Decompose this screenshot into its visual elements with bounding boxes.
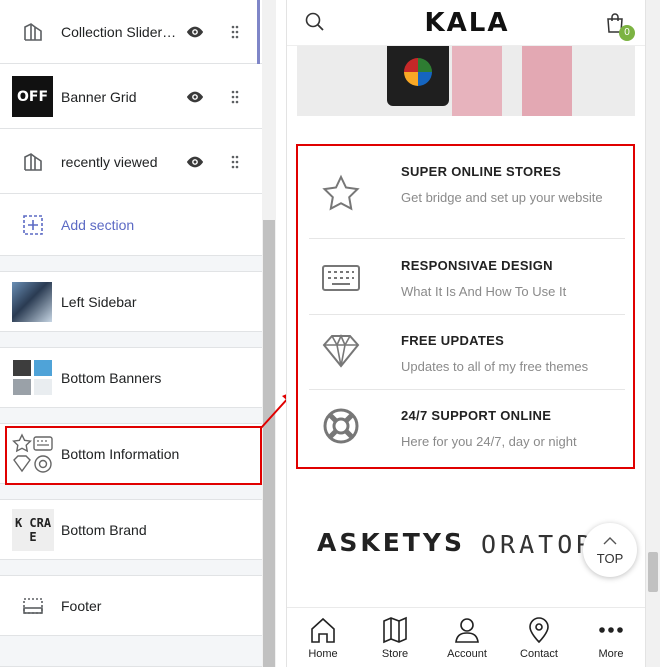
nav-label: Contact [520, 648, 558, 660]
brand-logo[interactable]: ASKETYS [317, 528, 465, 557]
section-item-label: recently viewed [61, 153, 158, 170]
banner-grid-thumbnail-text: OFF [16, 88, 49, 105]
nav-home[interactable]: Home [287, 608, 359, 667]
drag-handle-icon[interactable] [230, 155, 240, 169]
store-header: KALA 0 [287, 0, 645, 46]
section-group-divider [0, 256, 262, 272]
brand-logo[interactable]: ORATOR [481, 530, 595, 559]
bottom-brand-thumbnail-text: K CRA E [14, 515, 52, 544]
section-group-divider [0, 332, 262, 348]
location-pin-icon [529, 617, 549, 644]
drag-handle-icon[interactable] [230, 90, 240, 104]
bottom-brand-thumbnail: K CRA E [12, 508, 54, 551]
back-to-top-label: TOP [596, 551, 624, 566]
eye-icon[interactable] [186, 88, 204, 106]
highlight-box-right [296, 144, 635, 469]
cart-count-badge: 0 [619, 25, 635, 41]
section-item-label: Bottom Brand [61, 521, 147, 538]
section-item-label: Banner Grid [61, 88, 137, 105]
section-item-bottom-banners[interactable]: Bottom Banners [0, 348, 262, 408]
chevron-up-icon [603, 537, 617, 545]
section-item-recently-viewed[interactable]: recently viewed [0, 130, 262, 194]
eye-icon[interactable] [186, 23, 204, 41]
nav-account[interactable]: Account [431, 608, 503, 667]
section-group-divider [0, 408, 262, 424]
nav-label: Home [308, 648, 338, 660]
back-to-top-button[interactable]: TOP [583, 523, 637, 577]
nav-label: Account [447, 648, 487, 660]
section-item-left-sidebar[interactable]: Left Sidebar [0, 272, 262, 332]
section-item-label: Footer [61, 597, 102, 614]
section-group-divider [0, 484, 262, 500]
nav-label: Store [381, 648, 409, 660]
section-item-label: Collection Slider… [61, 23, 177, 40]
store-logo[interactable]: KALA [287, 8, 645, 38]
active-section-indicator [257, 0, 260, 64]
bottom-banners-thumbnail [12, 357, 54, 399]
left-scrollbar-thumb[interactable] [263, 220, 275, 667]
section-template-icon [12, 11, 54, 53]
footer-icon [12, 585, 54, 627]
preview-scrollbar-thumb[interactable] [648, 552, 658, 592]
sections-list: Collection Slider… OFF Banner Grid recen… [0, 0, 262, 667]
nav-contact[interactable]: Contact [503, 608, 575, 667]
section-item-footer[interactable]: Footer [0, 576, 262, 636]
nav-store[interactable]: Store [359, 608, 431, 667]
banner-grid-thumbnail: OFF [12, 76, 53, 117]
section-item-collection-slider[interactable]: Collection Slider… [0, 0, 262, 64]
hero-image [297, 46, 635, 116]
section-group-divider [0, 560, 262, 576]
user-icon [455, 618, 479, 643]
nav-more[interactable]: More [575, 608, 645, 667]
add-section-label: Add section [61, 217, 135, 233]
eye-icon[interactable] [186, 153, 204, 171]
section-template-icon [12, 141, 54, 183]
section-item-label: Bottom Banners [61, 369, 162, 386]
mobile-bottom-nav: Home Store Account Contact More [287, 607, 645, 667]
more-dots-icon [599, 627, 623, 633]
hero-pants [452, 46, 502, 116]
map-icon [383, 616, 407, 644]
nav-label: More [598, 648, 624, 660]
left-sidebar-thumbnail [12, 281, 52, 322]
section-item-label: Left Sidebar [61, 293, 137, 310]
drag-handle-icon[interactable] [230, 25, 240, 39]
add-section-button[interactable]: Add section [0, 195, 262, 256]
section-item-banner-grid[interactable]: OFF Banner Grid [0, 65, 262, 129]
highlight-box-left [5, 426, 262, 485]
section-group-divider [0, 636, 262, 667]
add-section-icon [12, 204, 54, 246]
home-icon [311, 617, 335, 643]
hero-bag-print [404, 58, 432, 86]
hero-pants [522, 46, 572, 116]
section-item-bottom-brand[interactable]: K CRA E Bottom Brand [0, 500, 262, 560]
sections-panel: Collection Slider… OFF Banner Grid recen… [0, 0, 262, 667]
